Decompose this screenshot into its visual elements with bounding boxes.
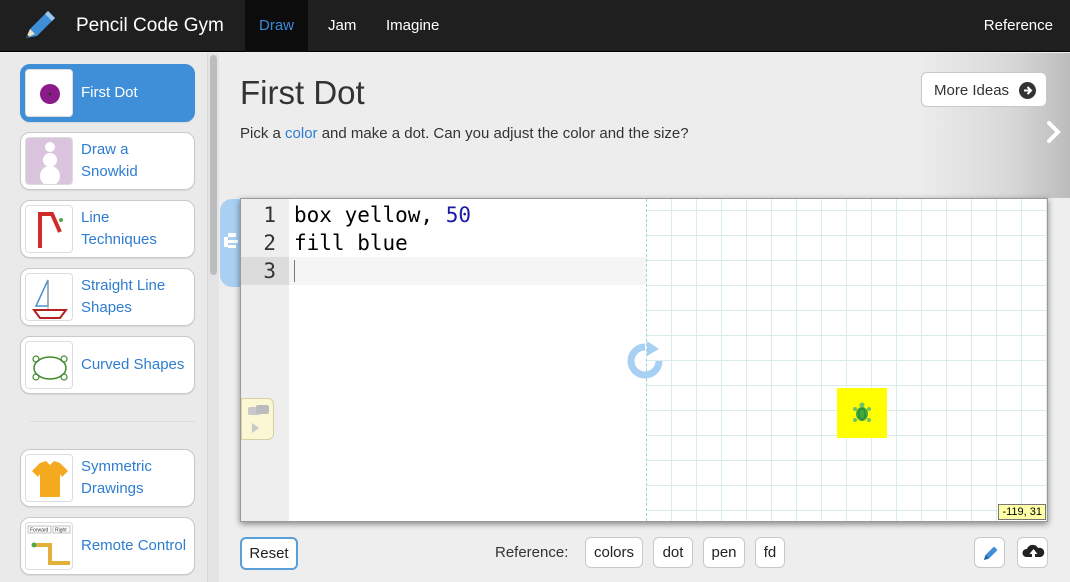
tab-draw[interactable]: Draw [245,0,309,52]
lesson-sidebar: First Dot Draw a Snowkid Line Techniques [0,53,207,582]
tshirt-thumbnail [25,454,73,502]
line-number: 3 [241,257,289,285]
chevron-right-icon[interactable] [1044,118,1064,146]
more-ideas-button[interactable]: More Ideas [921,72,1047,107]
sidebar-item-label: Draw a Snowkid [81,141,138,180]
sidebar-item-label: Curved Shapes [81,356,185,373]
code-line[interactable]: box yellow, 50 [294,201,471,229]
remote-right-label: Right [55,528,67,534]
line-number: 2 [263,231,276,255]
coordinate-readout: -119, 31 [998,504,1046,520]
reference-chip-dot[interactable]: dot [653,537,693,568]
code-line[interactable]: fill blue [294,229,408,257]
snowkid-thumbnail [25,137,73,185]
red-line-thumbnail [25,205,73,253]
lesson-description: Pick a color and make a dot. Can you adj… [240,125,689,142]
line-number-gutter: 1 2 3 [241,199,289,521]
sidebar-item-label: Remote Control [81,537,187,554]
reference-chip-colors[interactable]: colors [585,537,643,568]
brand-title[interactable]: Pencil Code Gym [76,15,224,37]
sidebar-item-line-techniques[interactable]: Line Techniques [20,200,195,258]
turtle-icon [853,402,871,422]
more-ideas-label: More Ideas [934,82,1010,99]
color-link[interactable]: color [285,125,318,142]
run-refresh-icon[interactable] [625,341,665,381]
reference-link[interactable]: Reference [984,0,1053,52]
line-number: 1 [263,203,276,227]
sidebar-item-label: Straight Line Shapes [81,277,166,316]
remote-path-thumbnail: Forward Right [25,522,73,570]
chat-toggle-button[interactable] [241,398,274,440]
sidebar-item-curved-shapes[interactable]: Curved Shapes [20,336,195,394]
pencil-icon [984,546,998,560]
sidebar-item-symmetric-drawings[interactable]: Symmetric Drawings [20,449,195,507]
tab-jam[interactable]: Jam [314,0,370,52]
sidebar-item-label: Symmetric Drawings [81,458,152,497]
reference-chip-fd[interactable]: fd [755,537,785,568]
sidebar-item-straight-line-shapes[interactable]: Straight Line Shapes [20,268,195,326]
turtle-canvas[interactable] [647,199,1047,521]
save-cloud-button[interactable] [1017,537,1048,568]
active-line-highlight [289,257,646,285]
reset-button[interactable]: Reset [240,537,298,570]
sidebar-item-remote-control[interactable]: Forward Right Remote Control [20,517,195,575]
chat-bubble-icon [248,405,269,433]
pencil-icon[interactable] [22,10,58,42]
arrow-right-circle-icon [1019,82,1036,99]
reference-label: Reference: [495,544,569,561]
curved-turtle-thumbnail [25,341,73,389]
sidebar-scrollbar[interactable] [207,53,219,582]
reference-chip-pen[interactable]: pen [703,537,745,568]
text-cursor [294,260,295,282]
tab-imagine[interactable]: Imagine [372,0,453,52]
page-title: First Dot [240,74,365,111]
sidebar-item-label: Line Techniques [81,209,157,248]
sidebar-divider [30,421,195,422]
blocks-icon [224,233,238,248]
sidebar-item-label: First Dot [81,84,138,101]
top-navbar: Pencil Code Gym Draw Jam Imagine Referen… [0,0,1070,52]
scrollbar-thumb[interactable] [210,55,217,275]
edit-button[interactable] [974,537,1005,568]
purple-dot-thumbnail [25,69,73,117]
remote-forward-label: Forward [30,528,49,534]
sidebar-item-draw-a-snowkid[interactable]: Draw a Snowkid [20,132,195,190]
blocks-mode-toggle[interactable] [220,199,242,287]
sailboat-thumbnail [25,273,73,321]
cloud-upload-icon [1022,544,1045,560]
sidebar-item-first-dot[interactable]: First Dot [20,64,195,122]
code-editor-panel: 1 2 3 box yellow, 50 fill blue -119, 31 [240,198,1048,522]
